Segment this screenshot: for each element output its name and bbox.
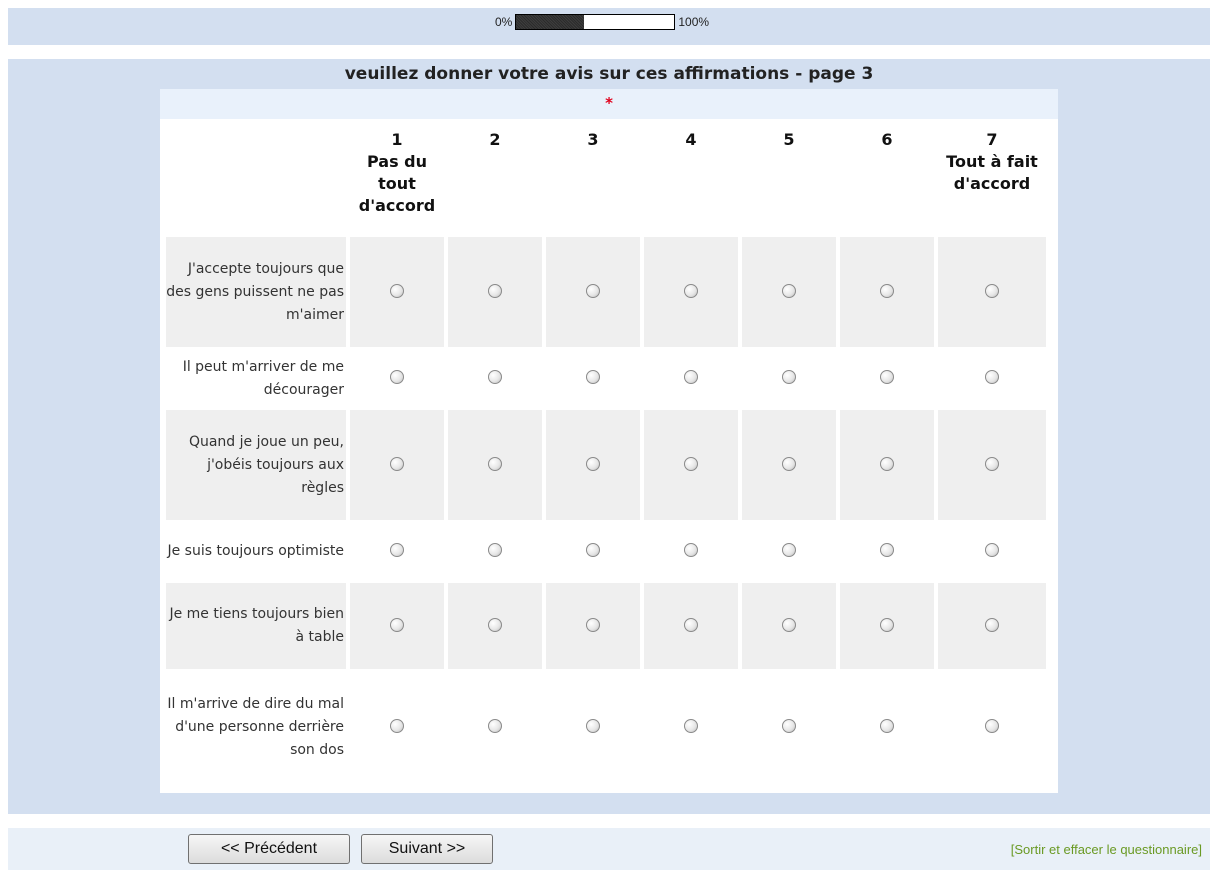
radio-option-5[interactable] — [782, 370, 796, 384]
scale-header-row: 1 Pas du tout d'accord 2 3 4 5 6 7 Tout à … — [166, 119, 1046, 237]
radio-option-1[interactable] — [390, 370, 404, 384]
radio-option-4[interactable] — [684, 543, 698, 557]
radio-option-1[interactable] — [390, 283, 404, 298]
radio-option-4[interactable] — [684, 456, 698, 471]
radio-option-4[interactable] — [684, 370, 698, 384]
progress-indicator: 0% 100% — [495, 12, 709, 32]
radio-option-6[interactable] — [880, 283, 894, 298]
radio-option-1[interactable] — [390, 718, 404, 733]
radio-option-7[interactable] — [985, 370, 999, 384]
radio-option-5[interactable] — [782, 283, 796, 298]
statement-label: Il m'arrive de dire du mal d'une personn… — [167, 695, 344, 758]
radio-option-4[interactable] — [684, 617, 698, 632]
statement-label: Je suis toujours optimiste — [167, 543, 344, 559]
radio-option-5[interactable] — [782, 617, 796, 632]
radio-option-6[interactable] — [880, 617, 894, 632]
statement-row: Je me tiens toujours bien à table — [166, 583, 1046, 669]
radio-option-6[interactable] — [880, 370, 894, 384]
progress-end-label: 100% — [678, 15, 710, 29]
required-indicator: * — [160, 89, 1058, 119]
statement-label: J'accepte toujours que des gens puissent… — [166, 237, 346, 347]
question-matrix-box: * 1 Pas du tout d'accord 2 3 4 5 6 7 Tout … — [160, 89, 1058, 793]
statement-row: J'accepte toujours que des gens puissent… — [166, 237, 1046, 347]
next-button[interactable]: Suivant >> — [361, 834, 493, 864]
radio-option-5[interactable] — [782, 456, 796, 471]
radio-option-5[interactable] — [782, 543, 796, 557]
radio-option-2[interactable] — [488, 283, 502, 298]
radio-option-7[interactable] — [985, 456, 999, 471]
radio-option-6[interactable] — [880, 543, 894, 557]
radio-option-2[interactable] — [488, 456, 502, 471]
scale-header-7: 7 Tout à fait d'accord — [946, 130, 1038, 193]
radio-option-2[interactable] — [488, 718, 502, 733]
progress-bar — [515, 14, 676, 30]
scale-header-2: 2 — [489, 130, 501, 149]
radio-option-7[interactable] — [985, 543, 999, 557]
scale-high-label: Tout à fait d'accord — [946, 152, 1038, 193]
scale-header-5: 5 — [783, 130, 795, 149]
radio-option-3[interactable] — [586, 370, 600, 384]
radio-option-7[interactable] — [985, 718, 999, 733]
header-blank — [166, 119, 346, 237]
progress-start-label: 0% — [495, 15, 513, 29]
radio-option-1[interactable] — [390, 543, 404, 557]
progress-fill — [516, 15, 585, 29]
radio-option-3[interactable] — [586, 283, 600, 298]
radio-option-1[interactable] — [390, 456, 404, 471]
previous-button[interactable]: << Précédent — [188, 834, 350, 864]
statement-label: Il peut m'arriver de me décourager — [182, 358, 344, 398]
likert-matrix: 1 Pas du tout d'accord 2 3 4 5 6 7 Tout à … — [162, 119, 1050, 785]
statement-row: Je suis toujours optimiste — [166, 520, 1046, 583]
radio-option-2[interactable] — [488, 370, 502, 384]
scale-header-3: 3 — [587, 130, 599, 149]
radio-option-3[interactable] — [586, 456, 600, 471]
radio-option-4[interactable] — [684, 718, 698, 733]
statement-label: Quand je joue un peu, j'obéis toujours a… — [166, 410, 346, 520]
statement-row: Quand je joue un peu, j'obéis toujours a… — [166, 410, 1046, 520]
scale-low-label: Pas du tout d'accord — [358, 152, 436, 215]
radio-option-6[interactable] — [880, 718, 894, 733]
radio-option-2[interactable] — [488, 543, 502, 557]
radio-option-3[interactable] — [586, 718, 600, 733]
radio-option-4[interactable] — [684, 283, 698, 298]
radio-option-5[interactable] — [782, 718, 796, 733]
radio-option-6[interactable] — [880, 456, 894, 471]
radio-option-1[interactable] — [390, 617, 404, 632]
page-title: veuillez donner votre avis sur ces affir… — [344, 64, 874, 84]
radio-option-7[interactable] — [985, 617, 999, 632]
exit-and-clear-link[interactable]: [Sortir et effacer le questionnaire] — [1011, 842, 1202, 857]
radio-option-3[interactable] — [586, 543, 600, 557]
scale-header-1: 1 Pas du tout d'accord — [358, 130, 436, 215]
scale-header-4: 4 — [685, 130, 697, 149]
question-panel: veuillez donner votre avis sur ces affir… — [8, 59, 1210, 814]
radio-option-7[interactable] — [985, 283, 999, 298]
statement-row: Il peut m'arriver de me décourager — [166, 347, 1046, 410]
statement-label: Je me tiens toujours bien à table — [166, 583, 346, 669]
radio-option-3[interactable] — [586, 617, 600, 632]
navigation-bar: << Précédent Suivant >> [Sortir et effac… — [8, 828, 1210, 870]
radio-option-2[interactable] — [488, 617, 502, 632]
statement-row: Il m'arrive de dire du mal d'une personn… — [166, 669, 1046, 785]
scale-header-6: 6 — [881, 130, 893, 149]
